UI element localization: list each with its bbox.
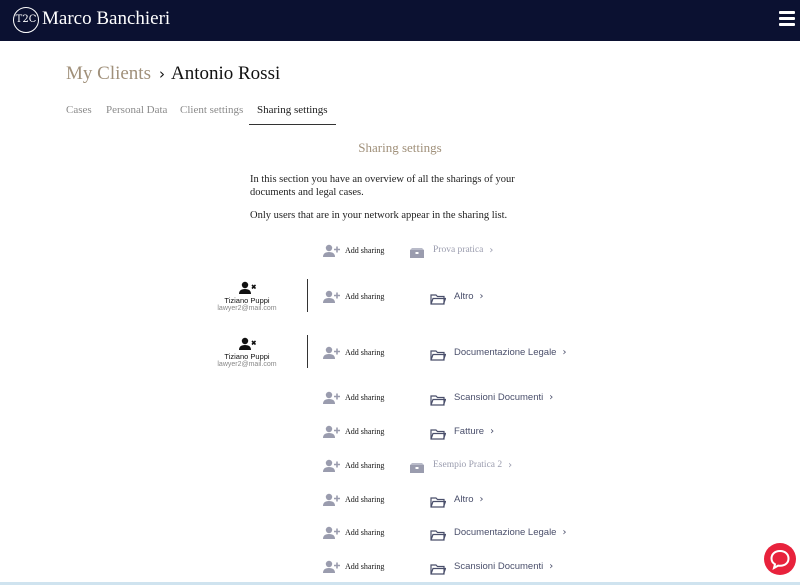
- folder-link[interactable]: Altro ›: [430, 490, 484, 508]
- add-user-icon: [322, 492, 340, 506]
- divider: [307, 335, 308, 368]
- description-line-2: documents and legal cases.: [250, 187, 364, 198]
- add-sharing-label: Add sharing: [345, 426, 385, 436]
- add-user-icon: [322, 289, 340, 303]
- breadcrumb-my-clients[interactable]: My Clients: [66, 63, 151, 84]
- chevron-right-icon: ›: [549, 391, 554, 403]
- shared-user: Tiziano Puppi lawyer2@mail.com: [212, 281, 282, 312]
- folder-label: Documentazione Legale: [454, 346, 557, 358]
- add-sharing-label: Add sharing: [345, 527, 385, 537]
- breadcrumb: My Clients › Antonio Rossi: [66, 63, 280, 85]
- add-sharing-label: Add sharing: [345, 392, 385, 402]
- folder-link[interactable]: Scansioni Documenti ›: [430, 388, 553, 406]
- add-user-icon: [322, 525, 340, 539]
- folder-open-icon: [430, 346, 447, 361]
- chevron-right-icon: ›: [562, 526, 567, 538]
- briefcase-icon: [409, 459, 425, 473]
- add-user-icon: [322, 424, 340, 438]
- folder-link[interactable]: Fatture ›: [430, 422, 494, 440]
- folder-label: Altro: [454, 290, 474, 302]
- app-title: Marco Banchieri: [42, 8, 171, 29]
- add-sharing-button[interactable]: Add sharing: [322, 388, 384, 406]
- user-name: Tiziano Puppi: [224, 352, 270, 361]
- section-description: In this section you have an overview of …: [250, 173, 530, 199]
- folder-label: Fatture: [454, 425, 485, 437]
- add-sharing-button[interactable]: Add sharing: [322, 557, 384, 575]
- folder-label: Prova pratica: [433, 245, 484, 255]
- add-sharing-button[interactable]: Add sharing: [322, 422, 384, 440]
- add-sharing-button[interactable]: Add sharing: [322, 490, 384, 508]
- add-sharing-label: Add sharing: [345, 561, 385, 571]
- chat-bubble-icon: [770, 549, 790, 571]
- breadcrumb-current: Antonio Rossi: [170, 63, 281, 84]
- add-sharing-button[interactable]: Add sharing: [322, 523, 384, 541]
- add-sharing-button[interactable]: Add sharing: [322, 241, 384, 259]
- add-sharing-label: Add sharing: [345, 347, 385, 357]
- description-line-1: In this section you have an overview of …: [250, 174, 515, 185]
- add-user-icon: [322, 390, 340, 404]
- chevron-right-icon: ›: [490, 425, 495, 437]
- tab-sharing-settings[interactable]: Sharing settings: [249, 104, 336, 125]
- remove-user-icon[interactable]: [238, 337, 256, 351]
- chevron-right-icon: ›: [479, 290, 484, 302]
- folder-open-icon: [430, 290, 447, 305]
- folder-label: Scansioni Documenti: [454, 560, 544, 572]
- shared-user: Tiziano Puppi lawyer2@mail.com: [212, 337, 282, 368]
- folder-open-icon: [430, 425, 447, 440]
- folder-link[interactable]: Documentazione Legale ›: [430, 523, 566, 541]
- chevron-right-icon: ›: [489, 244, 494, 256]
- add-user-icon: [322, 243, 340, 257]
- folder-label: Documentazione Legale: [454, 526, 557, 538]
- add-sharing-label: Add sharing: [345, 460, 385, 470]
- chevron-right-icon: ›: [562, 346, 567, 358]
- add-sharing-label: Add sharing: [345, 291, 385, 301]
- folder-label: Esempio Pratica 2: [433, 460, 503, 470]
- case-link[interactable]: Esempio Pratica 2 ›: [409, 456, 512, 474]
- add-sharing-button[interactable]: Add sharing: [322, 456, 384, 474]
- user-email: lawyer2@mail.com: [217, 361, 277, 368]
- add-sharing-button[interactable]: Add sharing: [322, 287, 384, 305]
- folder-link[interactable]: Documentazione Legale ›: [430, 343, 566, 361]
- add-user-icon: [322, 345, 340, 359]
- add-user-icon: [322, 458, 340, 472]
- add-sharing-button[interactable]: Add sharing: [322, 343, 384, 361]
- user-name: Tiziano Puppi: [224, 296, 270, 305]
- folder-link[interactable]: Scansioni Documenti ›: [430, 557, 553, 575]
- add-user-icon: [322, 559, 340, 573]
- tab-personal-data[interactable]: Personal Data: [106, 104, 167, 125]
- tab-cases[interactable]: Cases: [66, 104, 92, 125]
- chat-button[interactable]: [764, 543, 796, 575]
- briefcase-icon: [409, 244, 425, 258]
- add-sharing-label: Add sharing: [345, 245, 385, 255]
- folder-label: Altro: [454, 493, 474, 505]
- network-note: Only users that are in your network appe…: [250, 210, 508, 221]
- chevron-right-icon: ›: [158, 65, 165, 83]
- folder-open-icon: [430, 391, 447, 406]
- top-bar: T2C Marco Banchieri: [0, 0, 800, 41]
- logo[interactable]: T2C: [13, 7, 39, 33]
- remove-user-icon[interactable]: [238, 281, 256, 295]
- case-link[interactable]: Prova pratica ›: [409, 241, 493, 259]
- hamburger-icon[interactable]: [779, 11, 795, 27]
- chevron-right-icon: ›: [479, 493, 484, 505]
- chevron-right-icon: ›: [508, 459, 513, 471]
- folder-open-icon: [430, 526, 447, 541]
- section-title: Sharing settings: [358, 140, 442, 155]
- folder-label: Scansioni Documenti: [454, 391, 544, 403]
- chevron-right-icon: ›: [549, 560, 554, 572]
- add-sharing-label: Add sharing: [345, 494, 385, 504]
- tab-client-settings[interactable]: Client settings: [180, 104, 243, 125]
- folder-link[interactable]: Altro ›: [430, 287, 484, 305]
- folder-open-icon: [430, 560, 447, 575]
- user-email: lawyer2@mail.com: [217, 305, 277, 312]
- divider: [307, 279, 308, 312]
- folder-open-icon: [430, 493, 447, 508]
